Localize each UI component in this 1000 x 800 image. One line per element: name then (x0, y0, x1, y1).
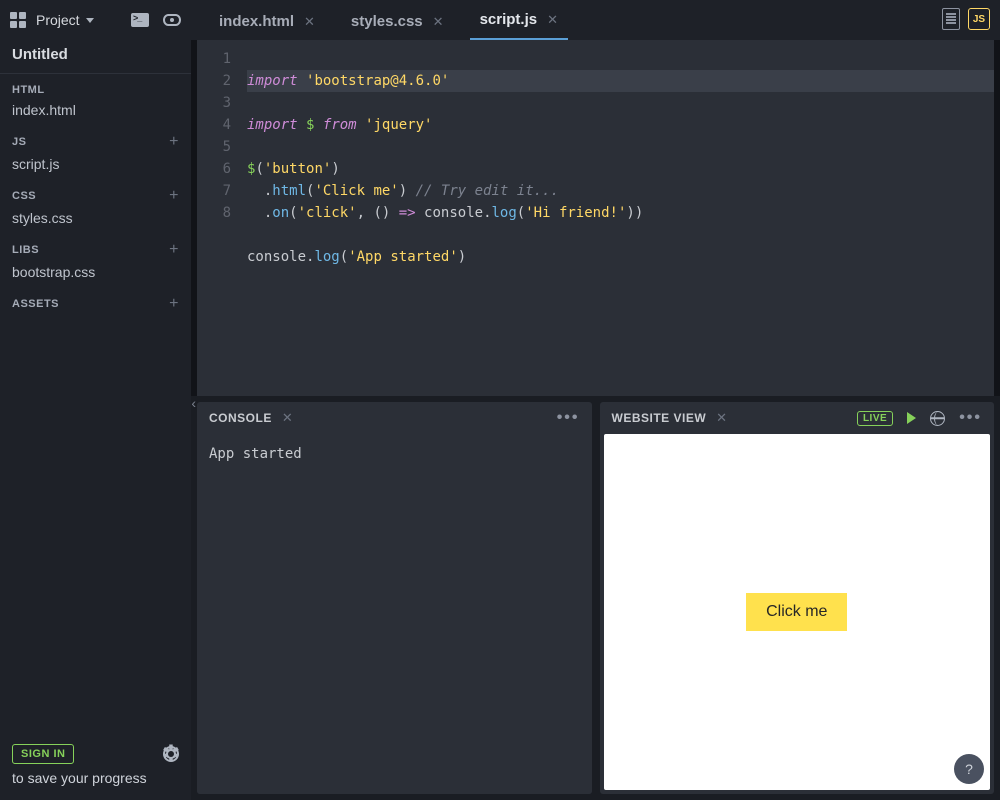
tabbar: index.html ✕ styles.css ✕ script.js ✕ JS (191, 0, 1000, 40)
file-script-js[interactable]: script.js (12, 154, 179, 174)
globe-icon[interactable] (930, 411, 945, 426)
js-badge-icon[interactable]: JS (968, 8, 990, 30)
close-icon[interactable]: ✕ (304, 14, 315, 30)
project-dropdown-label: Project (36, 12, 80, 28)
signin-caption: to save your progress (12, 770, 179, 786)
more-icon[interactable]: ••• (557, 409, 580, 427)
file-index-html[interactable]: index.html (12, 100, 179, 120)
console-title: CONSOLE (209, 411, 272, 425)
console-header: CONSOLE ✕ ••• (197, 402, 592, 434)
code-editor[interactable]: 12345678 import 'bootstrap@4.6.0' import… (197, 40, 994, 396)
section-js-heading: JS (12, 136, 26, 148)
section-assets: ASSETS + (0, 286, 191, 320)
file-bootstrap-css[interactable]: bootstrap.css (12, 262, 179, 282)
section-css-heading: CSS (12, 190, 36, 202)
signin-button[interactable]: SIGN IN (12, 744, 74, 764)
file-styles-css[interactable]: styles.css (12, 208, 179, 228)
apps-grid-icon[interactable] (10, 12, 26, 28)
close-icon[interactable]: ✕ (433, 14, 444, 30)
play-icon[interactable] (907, 412, 916, 424)
terminal-icon[interactable] (131, 13, 149, 27)
website-panel: WEBSITE VIEW ✕ LIVE ••• Click me (600, 402, 995, 794)
close-icon[interactable]: ✕ (547, 12, 558, 28)
console-output[interactable]: App started (197, 434, 592, 794)
more-icon[interactable]: ••• (959, 409, 982, 427)
sidebar-top: Project (0, 0, 191, 40)
line-gutter: 12345678 (197, 40, 241, 396)
add-js-icon[interactable]: + (169, 134, 179, 150)
section-html: HTML index.html (0, 74, 191, 124)
close-icon[interactable]: ✕ (716, 410, 727, 426)
add-lib-icon[interactable]: + (169, 242, 179, 258)
tab-script-js[interactable]: script.js ✕ (470, 3, 568, 40)
section-assets-heading: ASSETS (12, 298, 59, 310)
tab-label: script.js (480, 11, 538, 28)
console-panel: CONSOLE ✕ ••• App started (197, 402, 592, 794)
help-button[interactable]: ? (954, 754, 984, 784)
chevron-down-icon (86, 18, 94, 23)
website-title: WEBSITE VIEW (612, 411, 707, 425)
project-dropdown[interactable]: Project (36, 12, 94, 28)
tab-index-html[interactable]: index.html ✕ (209, 5, 325, 40)
bottom-panels: CONSOLE ✕ ••• App started WEBSITE VIEW ✕… (191, 396, 1000, 800)
section-libs-heading: LIBS (12, 244, 39, 256)
sidebar: Project Untitled HTML index.html JS + sc… (0, 0, 191, 800)
section-libs: LIBS + bootstrap.css (0, 232, 191, 286)
preview-eye-icon[interactable] (163, 14, 181, 26)
main: index.html ✕ styles.css ✕ script.js ✕ JS… (191, 0, 1000, 800)
section-html-heading: HTML (12, 84, 45, 96)
website-preview[interactable]: Click me (604, 434, 991, 790)
live-badge: LIVE (857, 411, 893, 426)
tab-label: styles.css (351, 13, 423, 30)
code-area[interactable]: import 'bootstrap@4.6.0' import $ from '… (241, 40, 994, 396)
tab-styles-css[interactable]: styles.css ✕ (341, 5, 454, 40)
website-header: WEBSITE VIEW ✕ LIVE ••• (600, 402, 995, 434)
sidebar-collapse-handle[interactable]: ‹ (191, 395, 196, 411)
add-asset-icon[interactable]: + (169, 296, 179, 312)
section-css: CSS + styles.css (0, 178, 191, 232)
preview-click-me-button[interactable]: Click me (746, 593, 847, 631)
close-icon[interactable]: ✕ (282, 410, 293, 426)
document-icon[interactable] (942, 8, 960, 30)
settings-gear-icon[interactable] (163, 746, 179, 762)
tab-label: index.html (219, 13, 294, 30)
section-js: JS + script.js (0, 124, 191, 178)
add-css-icon[interactable]: + (169, 188, 179, 204)
project-title[interactable]: Untitled (0, 40, 191, 74)
